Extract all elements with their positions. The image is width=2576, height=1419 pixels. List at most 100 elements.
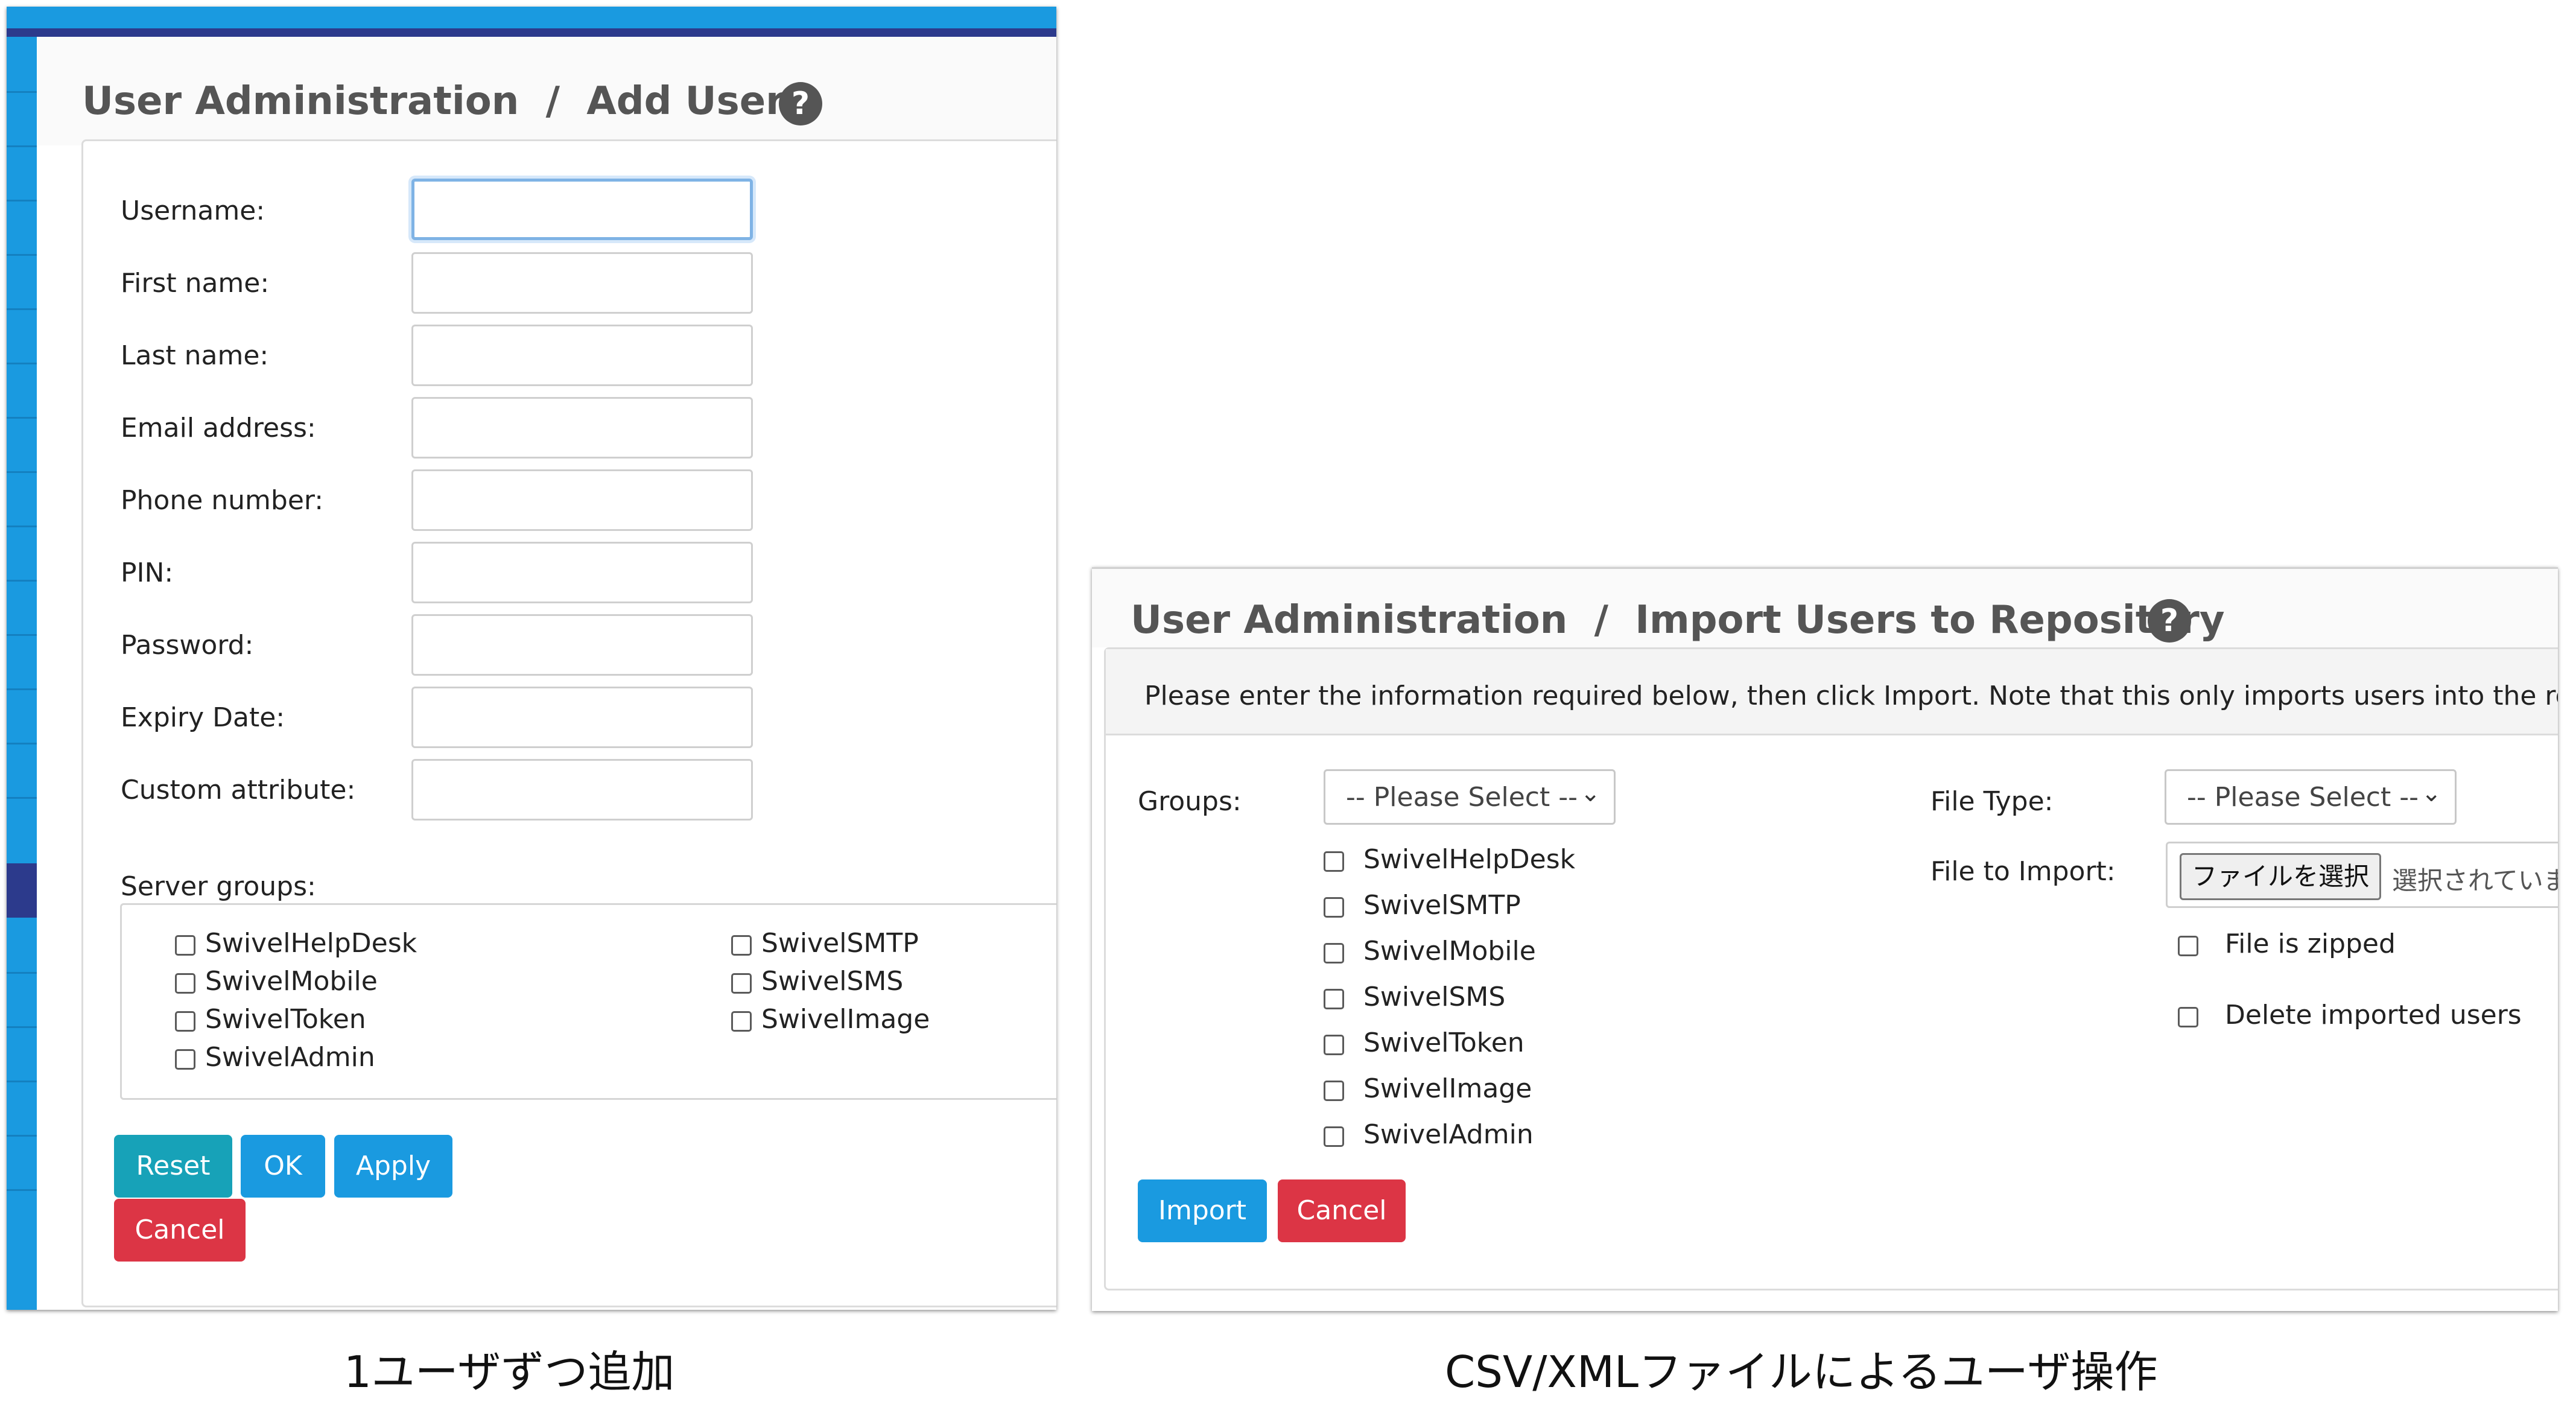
pin-input[interactable] — [411, 542, 753, 603]
ok-button[interactable]: OK — [241, 1135, 325, 1198]
add-user-form: Username: First name: Last name: Email a… — [81, 139, 1056, 1307]
sidebar-divider — [7, 91, 37, 93]
groups-select[interactable]: -- Please Select -- ⌄ — [1324, 769, 1616, 825]
option-label: SwivelToken — [205, 1004, 366, 1035]
file-type-label: File Type: — [1930, 786, 2054, 817]
option-label: SwivelMobile — [205, 966, 378, 997]
group-option[interactable]: SwivelAdmin — [1324, 1119, 1534, 1150]
server-group-option[interactable]: SwivelAdmin — [175, 1042, 375, 1073]
help-icon[interactable]: ? — [2148, 599, 2191, 643]
file-input[interactable]: ファイルを選択 選択されていま — [2166, 842, 2558, 908]
option-label: File is zipped — [2225, 929, 2396, 959]
custom-attribute-input[interactable] — [411, 759, 753, 821]
checkbox[interactable] — [1324, 989, 1344, 1009]
page-title: User Administration / Add User — [82, 79, 785, 124]
breadcrumb-section: User Administration — [82, 79, 519, 124]
choose-file-button[interactable]: ファイルを選択 — [2180, 853, 2381, 900]
sidebar-divider — [7, 972, 37, 974]
group-option[interactable]: SwivelMobile — [1324, 936, 1536, 967]
server-group-option[interactable]: SwivelImage — [731, 1004, 930, 1035]
option-label: Delete imported users — [2225, 1000, 2522, 1030]
group-option[interactable]: SwivelSMS — [1324, 982, 1505, 1012]
chevron-down-icon: ⌄ — [1580, 779, 1600, 807]
option-label: SwivelToken — [1363, 1027, 1524, 1058]
password-input[interactable] — [411, 614, 753, 676]
sidebar-divider — [7, 525, 37, 527]
group-option[interactable]: SwivelSMTP — [1324, 890, 1521, 921]
server-group-option[interactable]: SwivelSMS — [731, 966, 903, 997]
help-icon[interactable]: ? — [779, 82, 822, 125]
option-label: SwivelHelpDesk — [1363, 844, 1576, 875]
checkbox[interactable] — [1324, 1035, 1344, 1055]
sidebar — [7, 37, 37, 1310]
checkbox[interactable] — [1324, 1081, 1344, 1101]
username-input[interactable] — [411, 179, 753, 240]
first-name-input[interactable] — [411, 252, 753, 314]
expiry-date-input[interactable] — [411, 687, 753, 748]
chevron-down-icon: ⌄ — [2421, 779, 2441, 807]
checkbox[interactable] — [731, 1011, 752, 1032]
checkbox[interactable] — [731, 935, 752, 956]
server-group-option[interactable]: SwivelHelpDesk — [175, 928, 417, 959]
option-label: SwivelSMTP — [1363, 890, 1521, 921]
cancel-button[interactable]: Cancel — [114, 1199, 246, 1262]
server-groups-label: Server groups: — [121, 871, 316, 902]
phone-label: Phone number: — [121, 485, 324, 516]
last-name-label: Last name: — [121, 340, 269, 371]
file-is-zipped-option[interactable]: File is zipped — [2178, 929, 2396, 959]
group-option[interactable]: SwivelImage — [1324, 1073, 1532, 1104]
top-bar-accent — [7, 28, 1056, 37]
file-type-select[interactable]: -- Please Select -- ⌄ — [2165, 769, 2457, 825]
phone-input[interactable] — [411, 469, 753, 531]
email-label: Email address: — [121, 413, 316, 443]
checkbox[interactable] — [175, 1049, 195, 1070]
checkbox[interactable] — [2178, 1007, 2198, 1027]
checkbox[interactable] — [1324, 851, 1344, 872]
add-user-panel: User Administration / Add User ? Usernam… — [7, 7, 1056, 1310]
server-group-option[interactable]: SwivelSMTP — [731, 928, 919, 959]
sidebar-divider — [7, 1081, 37, 1082]
sidebar-divider — [7, 308, 37, 310]
expiry-date-label: Expiry Date: — [121, 702, 285, 733]
import-users-panel: User Administration / Import Users to Re… — [1092, 567, 2558, 1311]
sidebar-divider — [7, 580, 37, 582]
groups-label: Groups: — [1138, 786, 1242, 817]
import-button[interactable]: Import — [1138, 1179, 1267, 1242]
sidebar-divider — [7, 688, 37, 690]
groups-select-value: -- Please Select -- — [1346, 782, 1578, 813]
pin-label: PIN: — [121, 557, 174, 588]
delete-imported-users-option[interactable]: Delete imported users — [2178, 1000, 2522, 1030]
breadcrumb-separator: / — [545, 79, 560, 124]
sidebar-divider — [7, 1135, 37, 1137]
apply-button[interactable]: Apply — [334, 1135, 452, 1198]
server-group-option[interactable]: SwivelMobile — [175, 966, 378, 997]
checkbox[interactable] — [175, 1011, 195, 1032]
email-input[interactable] — [411, 397, 753, 459]
top-bar — [7, 7, 1056, 28]
cancel-button[interactable]: Cancel — [1278, 1179, 1406, 1242]
checkbox[interactable] — [731, 973, 752, 994]
reset-button[interactable]: Reset — [114, 1135, 232, 1198]
checkbox[interactable] — [175, 935, 195, 956]
checkbox[interactable] — [1324, 943, 1344, 963]
option-label: SwivelHelpDesk — [205, 928, 417, 959]
sidebar-divider — [7, 471, 37, 473]
sidebar-divider — [7, 254, 37, 256]
group-option[interactable]: SwivelHelpDesk — [1324, 844, 1575, 875]
sidebar-item-active[interactable] — [7, 863, 37, 918]
file-status: 選択されていま — [2392, 866, 2558, 895]
checkbox[interactable] — [175, 973, 195, 994]
sidebar-divider — [7, 797, 37, 799]
option-label: SwivelAdmin — [205, 1042, 375, 1073]
server-group-option[interactable]: SwivelToken — [175, 1004, 366, 1035]
sidebar-divider — [7, 363, 37, 364]
last-name-input[interactable] — [411, 325, 753, 386]
checkbox[interactable] — [2178, 936, 2198, 956]
checkbox[interactable] — [1324, 1126, 1344, 1147]
option-label: SwivelImage — [1363, 1073, 1532, 1104]
checkbox[interactable] — [1324, 897, 1344, 918]
group-option[interactable]: SwivelToken — [1324, 1027, 1524, 1058]
sidebar-divider — [7, 200, 37, 202]
sidebar-divider — [7, 1189, 37, 1191]
left-caption: 1ユーザずつ追加 — [344, 1347, 675, 1397]
